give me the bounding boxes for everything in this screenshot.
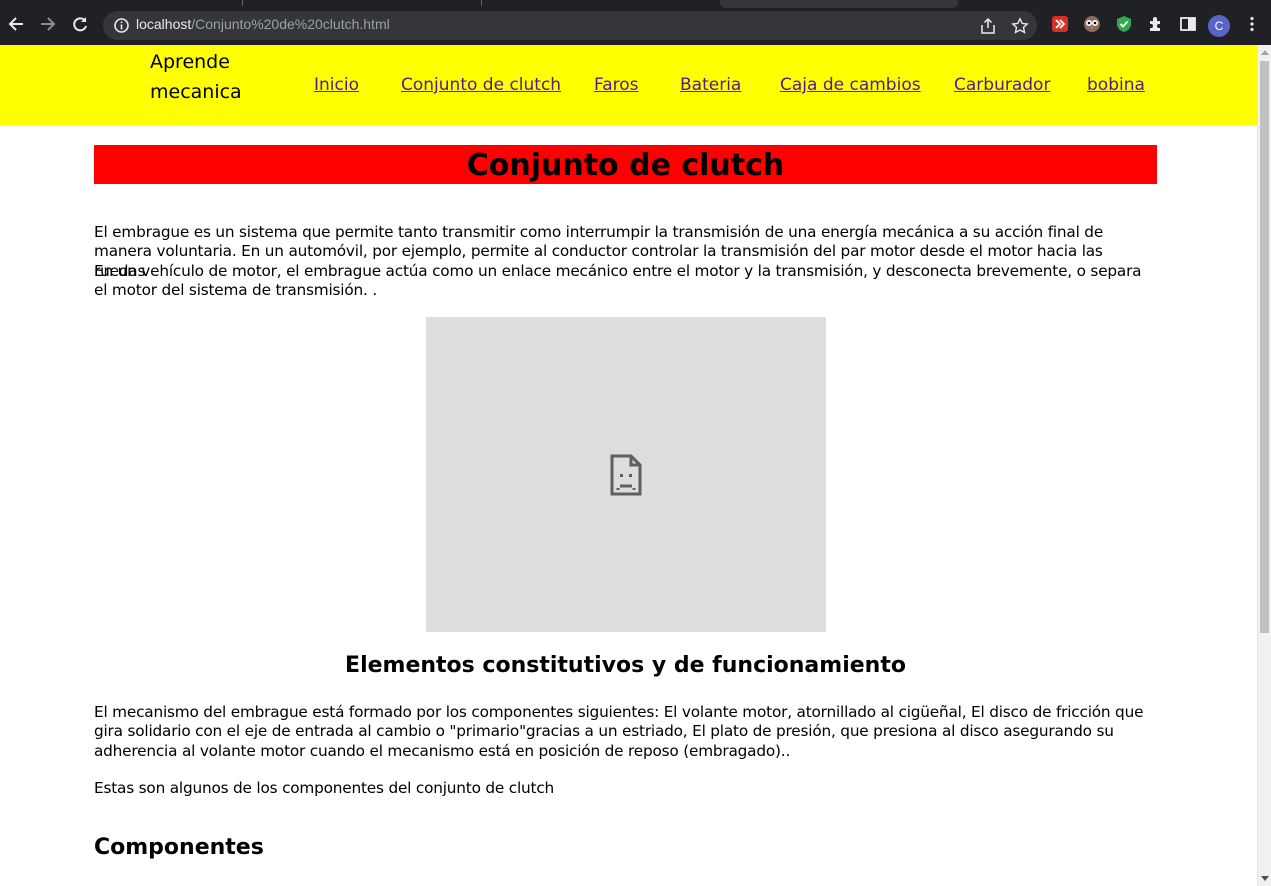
scrollbar-thumb[interactable] <box>1260 61 1269 633</box>
url-text[interactable]: localhost/Conjunto%20de%20clutch.html <box>136 16 390 32</box>
reload-icon <box>73 17 87 32</box>
tab-separator <box>481 0 482 6</box>
back-arrow-icon <box>8 17 23 31</box>
extension-red-icon[interactable] <box>1051 15 1069 33</box>
reload-button[interactable] <box>69 13 91 35</box>
nav-link-bateria[interactable]: Bateria <box>680 75 741 95</box>
side-panel-icon[interactable] <box>1179 15 1197 33</box>
page-viewport: Aprende mecanica Inicio Conjunto de clut… <box>0 45 1271 886</box>
menu-kebab-icon[interactable] <box>1243 15 1261 33</box>
tab-strip <box>0 0 1271 8</box>
scroll-down-arrow-icon[interactable] <box>1261 876 1269 881</box>
nav-link-caja-de-cambios[interactable]: Caja de cambios <box>780 75 921 95</box>
site-brand: Aprende mecanica <box>150 51 242 103</box>
nav-link-bobina[interactable]: bobina <box>1087 75 1145 95</box>
share-icon[interactable] <box>979 17 997 35</box>
tab-separator <box>242 0 243 6</box>
forward-arrow-icon <box>41 17 56 31</box>
clutch-image-placeholder <box>426 317 826 632</box>
back-button[interactable] <box>5 13 27 35</box>
intro-paragraph-2: En un vehículo de motor, el embrague act… <box>94 262 1142 300</box>
bookmark-star-icon[interactable] <box>1011 17 1029 35</box>
components-heading: Componentes <box>94 835 264 860</box>
nav-link-faros[interactable]: Faros <box>594 75 639 95</box>
info-icon[interactable] <box>113 17 130 34</box>
address-bar[interactable]: localhost/Conjunto%20de%20clutch.html <box>103 11 1037 40</box>
forward-button[interactable] <box>37 13 59 35</box>
browser-toolbar: localhost/Conjunto%20de%20clutch.html C <box>0 0 1271 45</box>
components-intro: Estas son algunos de los componentes del… <box>94 779 555 797</box>
extension-owl-icon[interactable] <box>1083 15 1101 33</box>
active-tab[interactable] <box>720 0 958 8</box>
broken-image-icon <box>610 454 642 495</box>
url-host: localhost <box>136 16 192 32</box>
profile-avatar[interactable]: C <box>1208 15 1230 37</box>
nav-link-conjunto-de-clutch[interactable]: Conjunto de clutch <box>401 75 561 95</box>
section-paragraph: El mecanismo del embrague está formado p… <box>94 703 1144 760</box>
extensions-puzzle-icon[interactable] <box>1147 15 1165 33</box>
url-path: /Conjunto%20de%20clutch.html <box>191 16 390 32</box>
scroll-up-arrow-icon[interactable] <box>1261 50 1269 55</box>
nav-link-carburador[interactable]: Carburador <box>954 75 1050 95</box>
site-header: Aprende mecanica Inicio Conjunto de clut… <box>0 45 1257 125</box>
extension-shield-icon[interactable] <box>1115 15 1133 33</box>
page-title-banner: Conjunto de clutch <box>94 145 1157 184</box>
page-title: Conjunto de clutch <box>466 148 785 183</box>
nav-link-inicio[interactable]: Inicio <box>314 75 359 95</box>
section-heading: Elementos constitutivos y de funcionamie… <box>345 653 906 678</box>
vertical-scrollbar[interactable] <box>1257 45 1271 886</box>
